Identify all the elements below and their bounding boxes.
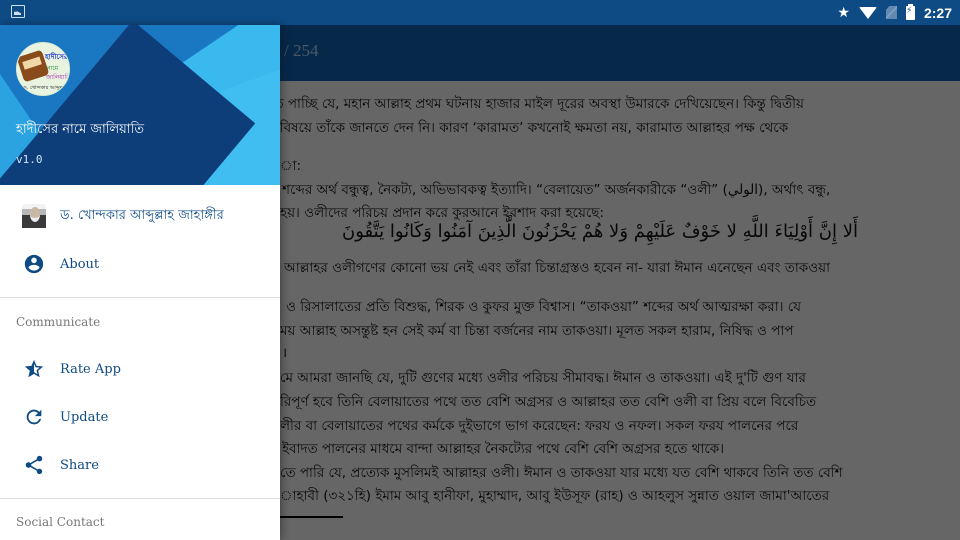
app-version: v1.0 [16, 153, 43, 166]
refresh-icon [22, 405, 46, 429]
menu-item-label: Rate App [60, 361, 121, 377]
menu-item-label: Share [60, 457, 99, 473]
gallery-icon [11, 5, 25, 18]
author-photo [22, 204, 46, 228]
wifi-icon [858, 6, 877, 19]
menu-item-label: Update [60, 409, 109, 425]
divider [0, 297, 280, 298]
menu-item-label: About [60, 256, 100, 272]
battery-charging-icon [905, 3, 915, 20]
drawer-header: হাদীসের নামে জালিয়াতি ড. খোন্দকার আব্দু… [0, 25, 280, 185]
no-sim-icon [885, 6, 897, 19]
section-header-social-contact: Social Contact [16, 515, 105, 529]
star-half-icon [22, 357, 46, 381]
navigation-drawer: হাদীসের নামে জালিয়াতি ড. খোন্দকার আব্দু… [0, 25, 280, 540]
section-header-communicate: Communicate [16, 315, 101, 329]
clock: 2:27 [923, 4, 952, 21]
account-circle-icon [22, 252, 46, 276]
menu-item-author[interactable]: ড. খোন্দকার আব্দুল্লাহ জাহাঙ্গীর [0, 192, 280, 240]
app-logo: হাদীসের নামে জালিয়াতি ড. খোন্দকার আব্দু… [16, 42, 70, 96]
menu-item-rate-app[interactable]: Rate App [0, 345, 280, 393]
app-title: হাদীসের নামে জালিয়াতি [16, 122, 145, 137]
share-icon [22, 453, 46, 477]
menu-item-share[interactable]: Share [0, 441, 280, 489]
menu-item-about[interactable]: About [0, 240, 280, 288]
status-icons: ★ 2:27 [837, 0, 952, 25]
status-bar: ★ 2:27 [0, 0, 960, 25]
divider [0, 498, 280, 499]
menu-item-update[interactable]: Update [0, 393, 280, 441]
menu-item-label: ড. খোন্দকার আব্দুল্লাহ জাহাঙ্গীর [60, 207, 224, 223]
star-icon: ★ [837, 4, 850, 21]
